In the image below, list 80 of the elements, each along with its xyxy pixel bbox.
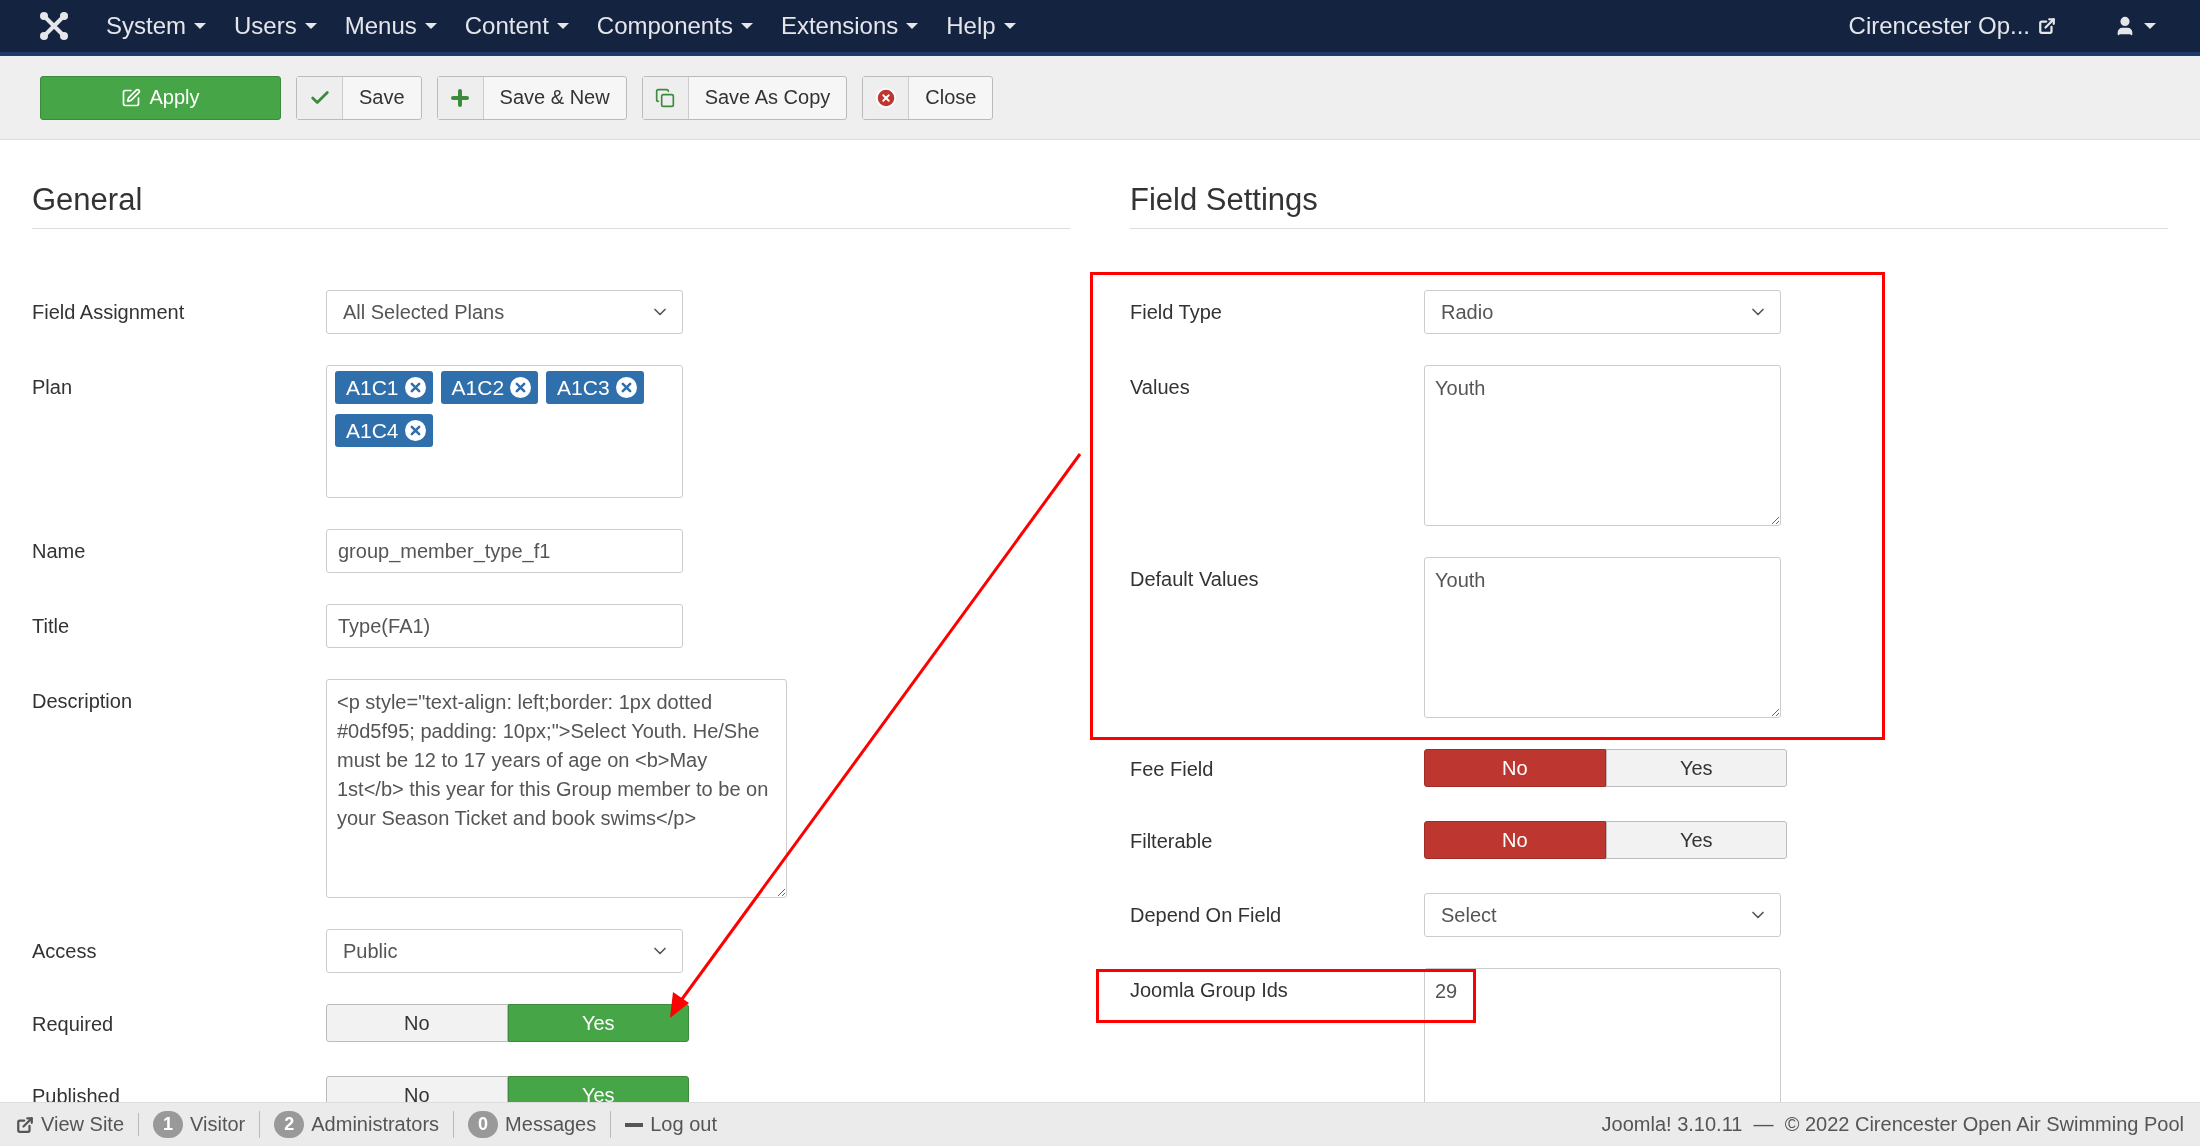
- text-area-field[interactable]: 29: [1424, 968, 1781, 1102]
- select-field[interactable]: Select: [1424, 893, 1781, 937]
- status-label: Messages: [505, 1113, 597, 1136]
- field-label: Plan: [32, 376, 73, 399]
- caret-icon: [304, 23, 317, 29]
- close-icon: [874, 86, 897, 109]
- text-area-field[interactable]: Youth: [1424, 365, 1781, 526]
- field-label: Joomla Group Ids: [1130, 979, 1288, 1002]
- plan-tag: A1C3: [546, 371, 644, 404]
- field-label: Field Assignment: [32, 301, 185, 324]
- text-field[interactable]: group_member_type_f1: [326, 529, 683, 573]
- description-field[interactable]: <p style="text-align: left;border: 1px dotted #0d5f95; padding: 10px;">Select Youth. He/She must be 12 to 17 years of age on <b>May 1st</b> this year for this Group member to be on your Season Ticket and book swims</p>: [326, 679, 787, 898]
- status-link[interactable]: 2 Administrators: [260, 1111, 455, 1138]
- remove-tag-icon[interactable]: [404, 377, 426, 398]
- status-label: Administrators: [311, 1113, 440, 1136]
- field-label: Title: [32, 615, 70, 638]
- field-label: Depend On Field: [1130, 904, 1282, 927]
- field-label: Field Type: [1130, 301, 1222, 324]
- menu-item[interactable]: Content: [450, 0, 583, 52]
- toolbar-button[interactable]: Save As Copy: [641, 75, 848, 120]
- field-label: Values: [1130, 376, 1190, 399]
- status-link[interactable]: 1 Visitor: [139, 1111, 261, 1138]
- plan-tag: A1C2: [440, 371, 539, 404]
- select-field[interactable]: All Selected Plans: [326, 290, 683, 334]
- external-link-icon: [2038, 17, 2056, 35]
- site-link[interactable]: Cirencester Op...: [1834, 0, 2070, 52]
- copy-icon: [655, 87, 676, 108]
- menu-item[interactable]: Help: [932, 0, 1030, 52]
- count-badge: 0: [468, 1111, 499, 1138]
- tag-field[interactable]: A1C1 A1C2 A1C3 A1C4: [326, 365, 683, 498]
- count-badge: 2: [274, 1111, 305, 1138]
- toggle-option[interactable]: Yes: [1605, 821, 1787, 859]
- toolbar-button[interactable]: Close: [862, 75, 994, 120]
- select-field[interactable]: Public: [326, 929, 683, 973]
- remove-tag-icon[interactable]: [404, 420, 426, 441]
- menu-item[interactable]: Menus: [330, 0, 451, 52]
- menu-item[interactable]: Users: [220, 0, 331, 52]
- toolbar-button[interactable]: Save: [296, 75, 422, 120]
- section-heading: General: [32, 182, 1070, 229]
- plan-tag: A1C1: [335, 371, 433, 404]
- text-field[interactable]: Type(FA1): [326, 604, 683, 648]
- caret-icon: [740, 23, 753, 29]
- view-site-link[interactable]: View Site: [16, 1113, 139, 1136]
- menu-item[interactable]: Extensions: [766, 0, 933, 52]
- remove-tag-icon[interactable]: [615, 377, 637, 398]
- minus-icon: [625, 1122, 644, 1127]
- caret-icon: [194, 23, 206, 29]
- toggle-option[interactable]: No: [326, 1076, 508, 1102]
- caret-icon: [556, 23, 569, 29]
- text-area-field[interactable]: Youth: [1424, 557, 1781, 718]
- copyright-text: Joomla! 3.10.11 — © 2022 Cirencester Open Air Swimming Pool: [1601, 1113, 2184, 1136]
- field-label: Filterable: [1130, 830, 1213, 853]
- status-label: Visitor: [190, 1113, 246, 1136]
- remove-tag-icon[interactable]: [510, 377, 532, 398]
- field-label: Name: [32, 540, 86, 563]
- caret-icon: [1003, 23, 1016, 29]
- menu-item[interactable]: System: [92, 0, 220, 52]
- section-heading: Field Settings: [1130, 182, 2168, 229]
- field-label: Fee Field: [1130, 758, 1214, 781]
- caret-icon: [906, 23, 919, 29]
- plan-tag: A1C4: [335, 414, 433, 447]
- field-label: Description: [32, 690, 133, 713]
- caret-icon: [424, 23, 437, 29]
- logout-link[interactable]: Log out: [611, 1113, 731, 1136]
- toolbar-button[interactable]: Save & New: [436, 75, 627, 120]
- select-field[interactable]: Radio: [1424, 290, 1781, 334]
- toggle-option[interactable]: Yes: [1605, 749, 1787, 787]
- caret-icon: [2144, 23, 2156, 29]
- edit-icon: [121, 87, 142, 108]
- status-link[interactable]: 0 Messages: [454, 1111, 612, 1138]
- menu-item[interactable]: Components: [582, 0, 767, 52]
- toggle-option[interactable]: No: [1424, 821, 1606, 859]
- logo-icon[interactable]: [38, 10, 70, 42]
- field-label: Default Values: [1130, 568, 1259, 591]
- count-badge: 1: [153, 1111, 184, 1138]
- toggle-option[interactable]: No: [1424, 749, 1606, 787]
- toggle-option[interactable]: No: [326, 1004, 508, 1042]
- field-label: Access: [32, 940, 97, 963]
- external-link-icon: [16, 1115, 34, 1134]
- field-label: Required: [32, 1013, 114, 1036]
